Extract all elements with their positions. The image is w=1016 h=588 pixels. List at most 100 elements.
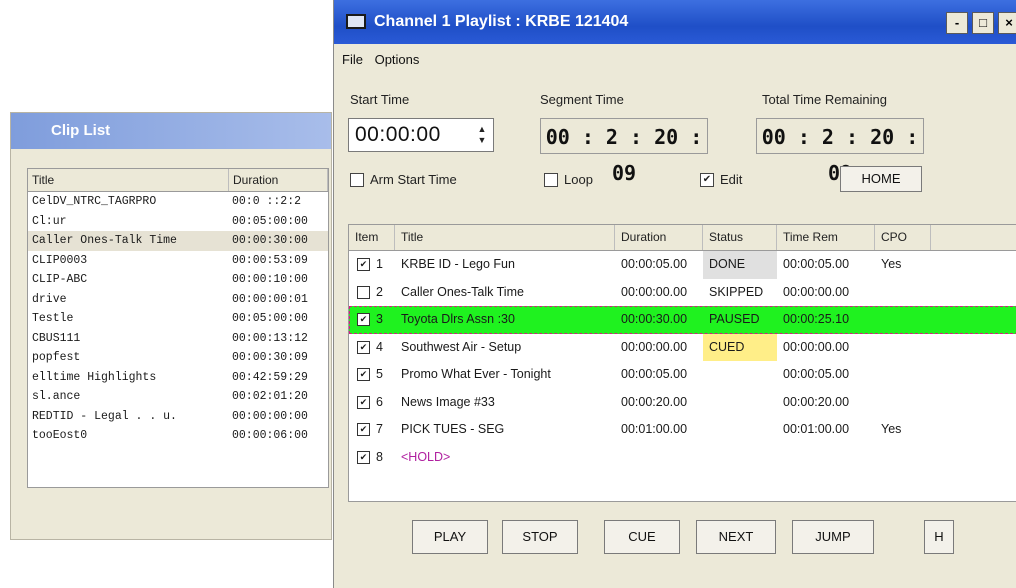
playlist-row[interactable]: ✔ 8 <HOLD> <box>349 444 1016 472</box>
clip-list-row[interactable]: CBUS111 00:00:13:12 <box>28 329 328 349</box>
column-header-title[interactable]: Title <box>28 169 229 191</box>
clip-list-row[interactable]: CelDV_NTRC_TAGRPRO 00:0 ::2:2 <box>28 192 328 212</box>
playlist-table[interactable]: Item Title Duration Status Time Rem CPO … <box>348 224 1016 502</box>
segment-time-display: 00 : 2 : 20 : 09 <box>540 118 708 185</box>
item-cell: ✔ 3 <box>349 306 395 334</box>
minimize-button[interactable]: - <box>946 12 968 34</box>
time-rem-cell: 00:01:00.00 <box>783 422 850 436</box>
playlist-row[interactable]: ✔ 7 PICK TUES - SEG 00:01:00.00 00:01:00.00 Y… <box>349 416 1016 444</box>
title-cell: News Image #33 <box>395 389 615 417</box>
menu-file[interactable]: File <box>342 52 363 67</box>
item-cell: ✔ 7 <box>349 416 395 444</box>
playlist-row[interactable]: 2 Caller Ones-Talk Time 00:00:00.00 SKIPPED… <box>349 279 1016 307</box>
clip-list-row[interactable]: CLIP-ABC 00:00:10:00 <box>28 270 328 290</box>
time-rem-cell: 00:00:20.00 <box>783 394 850 409</box>
row-checkbox[interactable]: ✔ <box>357 368 370 382</box>
clip-list-table[interactable]: Title Duration CelDV_NTRC_TAGRPRO 00:0 ::… <box>27 168 329 488</box>
row-checkbox[interactable] <box>357 285 370 299</box>
title-cell: Southwest Air - Setup <box>395 334 615 362</box>
loop-checkbox[interactable]: Loop <box>544 172 593 187</box>
clip-duration: 00:05:00:00 <box>232 312 308 325</box>
clip-title: Testle <box>32 312 74 325</box>
clip-list-row[interactable]: popfest 00:00:30:09 <box>28 348 328 368</box>
window-icon <box>346 14 366 29</box>
clip-duration: 00:00:00:00 <box>232 409 308 423</box>
duration-cell <box>615 444 703 472</box>
next-button[interactable]: NEXT <box>696 520 776 554</box>
checkbox-box[interactable]: ✔ <box>700 172 714 187</box>
column-header-item[interactable]: Item <box>349 225 395 250</box>
spin-down-icon[interactable]: ▼ <box>475 135 489 146</box>
column-header-time-rem[interactable]: Time Rem <box>777 225 875 250</box>
clip-list-row[interactable]: sl.ance 00:02:01:20 <box>28 387 328 407</box>
clip-list-row[interactable]: elltime Highlights 00:42:59:29 <box>28 368 328 388</box>
column-header-duration[interactable]: Duration <box>229 169 328 191</box>
clip-list-row[interactable]: REDTID - Legal . . u. 00:00:00:00 <box>28 407 328 427</box>
duration-cell: 00:00:00.00 <box>621 284 688 299</box>
start-time-label: Start Time <box>350 92 410 107</box>
spin-up-icon[interactable]: ▲ <box>475 124 489 135</box>
jump-button[interactable]: JUMP <box>792 520 874 554</box>
clip-list-header: Title Duration <box>28 169 328 192</box>
maximize-button[interactable]: □ <box>972 12 994 34</box>
edit-checkbox[interactable]: ✔ Edit <box>700 172 742 187</box>
clip-list-row[interactable]: tooEost0 00:00:06:00 <box>28 426 328 446</box>
clip-duration: 00:00:30:09 <box>232 351 308 364</box>
cue-button[interactable]: CUE <box>604 520 680 554</box>
status-cell: SKIPPED <box>709 284 764 299</box>
row-checkbox[interactable]: ✔ <box>357 395 370 409</box>
stop-button[interactable]: STOP <box>502 520 578 554</box>
column-header-cpo[interactable]: CPO <box>875 225 931 250</box>
playlist-row[interactable]: ✔ 1 KRBE ID - Lego Fun 00:00:05.00 DONE 00:00… <box>349 251 1016 279</box>
row-title: KRBE ID - Lego Fun <box>401 257 515 271</box>
h-button[interactable]: H <box>924 520 954 554</box>
duration-cell: 00:01:00.00 <box>621 422 688 436</box>
spinner-arrows[interactable]: ▲ ▼ <box>475 124 489 146</box>
playlist-row[interactable]: ✔ 4 Southwest Air - Setup 00:00:00.00 CUED 00… <box>349 333 1016 362</box>
clip-duration: 00:02:01:20 <box>232 390 308 403</box>
status-cell <box>703 361 777 389</box>
close-button[interactable]: × <box>998 12 1016 34</box>
clip-title: CBUS111 <box>32 331 81 345</box>
clip-list-row[interactable]: Caller Ones-Talk Time 00:00:30:00 <box>28 231 328 251</box>
item-number: 7 <box>376 422 383 436</box>
time-rem-cell: 00:00:05.00 <box>783 367 850 381</box>
clip-title: CLIP-ABC <box>32 273 88 286</box>
column-header-status[interactable]: Status <box>703 225 777 250</box>
time-rem-cell <box>777 444 875 472</box>
clip-list-row[interactable]: Cl:ur 00:05:00:00 <box>28 212 328 232</box>
column-header-title[interactable]: Title <box>395 225 615 250</box>
row-checkbox[interactable]: ✔ <box>357 423 370 437</box>
item-number: 1 <box>376 257 383 271</box>
status-cell <box>703 416 777 444</box>
column-header-duration[interactable]: Duration <box>615 225 703 250</box>
start-time-spinner[interactable]: 00:00:00 ▲ ▼ <box>348 118 494 152</box>
clip-title: popfest <box>32 351 81 364</box>
row-checkbox[interactable]: ✔ <box>357 450 370 464</box>
title-cell: PICK TUES - SEG <box>395 416 615 444</box>
menu-options[interactable]: Options <box>375 52 420 67</box>
menu-bar: File Options <box>342 52 427 67</box>
window-title: Channel 1 Playlist : KRBE 121404 <box>374 13 629 30</box>
playlist-row[interactable]: ✔ 3 Toyota Dlrs Assn :30 00:00:30.00 PAUSED 0… <box>349 306 1016 334</box>
clip-list-row[interactable]: drive 00:00:00:01 <box>28 290 328 310</box>
row-checkbox[interactable]: ✔ <box>357 340 370 354</box>
clip-list-row[interactable]: Testle 00:05:00:00 <box>28 309 328 329</box>
row-filler <box>931 361 1016 389</box>
row-checkbox[interactable]: ✔ <box>357 258 370 272</box>
item-cell: ✔ 1 <box>349 251 395 279</box>
clip-duration: 00:00:53:09 <box>232 253 308 267</box>
arm-start-time-checkbox[interactable]: Arm Start Time <box>350 172 457 187</box>
row-checkbox[interactable]: ✔ <box>357 313 370 327</box>
cpo-cell <box>875 361 931 389</box>
play-button[interactable]: PLAY <box>412 520 488 554</box>
playlist-row[interactable]: ✔ 5 Promo What Ever - Tonight 00:00:05.00 00… <box>349 361 1016 389</box>
clip-list-row[interactable]: CLIP0003 00:00:53:09 <box>28 251 328 271</box>
total-time-remaining-display: 00 : 2 : 20 : 09 <box>756 118 924 185</box>
checkbox-box[interactable] <box>544 172 558 187</box>
clip-duration: 00:00:06:00 <box>232 429 308 442</box>
home-button[interactable]: HOME <box>840 166 922 192</box>
row-filler <box>931 444 1016 472</box>
checkbox-box[interactable] <box>350 172 364 187</box>
playlist-row[interactable]: ✔ 6 News Image #33 00:00:20.00 00:00:20.00 <box>349 389 1016 417</box>
